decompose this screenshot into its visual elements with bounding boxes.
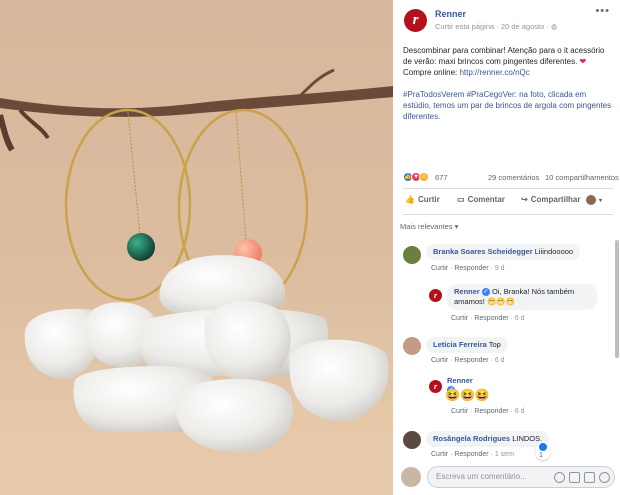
divider bbox=[403, 214, 613, 215]
heart-emoji-icon: ❤ bbox=[579, 57, 587, 66]
camera-icon[interactable] bbox=[569, 472, 580, 483]
comment-input[interactable]: Escreva um comentário... bbox=[427, 466, 615, 488]
comment-like-link[interactable]: Curtir bbox=[431, 451, 448, 458]
comment-time[interactable]: 1 sem bbox=[495, 451, 514, 458]
divider bbox=[403, 188, 613, 189]
comment-author[interactable]: Letícia Ferreira bbox=[433, 340, 487, 349]
audience-selector[interactable]: ▾ bbox=[586, 195, 602, 205]
emoji-icon[interactable] bbox=[554, 472, 565, 483]
post-text-line1b: Compre online: bbox=[403, 68, 460, 77]
more-options-icon[interactable]: ••• bbox=[595, 5, 610, 17]
gif-icon[interactable] bbox=[584, 472, 595, 483]
comment-time[interactable]: 9 d bbox=[495, 265, 505, 272]
current-user-avatar[interactable] bbox=[401, 467, 421, 487]
renner-avatar[interactable]: r bbox=[429, 380, 442, 393]
comment-reply-link[interactable]: Responder bbox=[474, 315, 508, 322]
reaction-icons[interactable]: 👍 ♥ ☺ bbox=[403, 172, 429, 182]
comment-reaction-badge[interactable]: 1 bbox=[536, 442, 550, 460]
globe-icon: ◍ bbox=[550, 22, 558, 31]
comment-emoji-laugh: 😆😆😆 bbox=[445, 388, 490, 402]
comment-composer: Escreva um comentário... bbox=[393, 461, 620, 495]
comment-time[interactable]: 6 d bbox=[515, 408, 525, 415]
like-reaction-icon bbox=[539, 443, 547, 451]
share-label: Compartilhar bbox=[530, 195, 581, 204]
comment-reaction-count: 1 bbox=[539, 452, 543, 459]
comment-label: Comentar bbox=[467, 195, 505, 204]
page-name[interactable]: Renner bbox=[435, 9, 466, 19]
comment-meta: Curtir · Responder · 9 d bbox=[431, 265, 505, 272]
post-hashtags-and-description[interactable]: #PraTodosVerem #PraCegoVer: na foto, cli… bbox=[403, 90, 611, 121]
post-link[interactable]: http://renner.co/nQc bbox=[459, 68, 529, 77]
comment-like-link[interactable]: Curtir bbox=[431, 265, 448, 272]
comment-input-placeholder: Escreva um comentário... bbox=[436, 472, 527, 481]
comment-bubble: Branka Soares Scheidegger Liiindooooo bbox=[426, 244, 581, 260]
comment-text: Top bbox=[486, 340, 501, 349]
post-actions: 👍 Curtir ▭ Comentar ↪ Compartilhar ▾ bbox=[403, 192, 613, 210]
post-text: Descombinar para combinar! Atenção para … bbox=[403, 45, 613, 133]
like-button[interactable]: 👍 Curtir bbox=[405, 195, 440, 204]
meta-separator: · bbox=[546, 22, 549, 31]
post-text-line2: #PraTodosVerem #PraCegoVer: na foto, cli… bbox=[403, 89, 613, 122]
shares-count[interactable]: 10 compartilhamentos bbox=[545, 173, 619, 182]
avatar[interactable] bbox=[403, 431, 421, 449]
share-button[interactable]: ↪ Compartilhar bbox=[521, 195, 581, 204]
comment-reply-link[interactable]: Responder bbox=[454, 357, 488, 364]
comment-reply-link[interactable]: Responder bbox=[454, 265, 488, 272]
comment-reply-link[interactable]: Responder bbox=[454, 451, 488, 458]
comment-like-link[interactable]: Curtir bbox=[451, 315, 468, 322]
sticker-icon[interactable] bbox=[599, 472, 610, 483]
verified-badge-icon: ✓ bbox=[481, 288, 490, 296]
comment-author[interactable]: Branka Soares Scheidegger bbox=[433, 247, 533, 256]
comment-text: LINDOS. bbox=[510, 434, 543, 443]
comment-author-name[interactable]: Renner bbox=[447, 376, 473, 385]
meta-separator: · bbox=[496, 22, 499, 31]
post-text-line1: Descombinar para combinar! Atenção para … bbox=[403, 46, 605, 66]
comment-meta: Curtir · Responder · 1 sem bbox=[431, 451, 514, 458]
comments-sort-dropdown[interactable]: Mais relevantes ▾ bbox=[400, 222, 458, 231]
follow-page-link[interactable]: Curtir esta página bbox=[435, 22, 494, 31]
post-meta: Curtir esta página · 20 de agosto · ◍ bbox=[435, 22, 558, 31]
post-header: r Renner Curtir esta página · 20 de agos… bbox=[393, 0, 620, 40]
avatar[interactable] bbox=[403, 246, 421, 264]
comment-icon: ▭ bbox=[457, 195, 465, 204]
comment-reply-link[interactable]: Responder bbox=[474, 408, 508, 415]
comments-count[interactable]: 29 comentários bbox=[488, 173, 539, 182]
comment-bubble: Renner ✓ Oi, Branka! Nós também amamos! … bbox=[447, 284, 597, 310]
earrings-photo-illustration bbox=[0, 0, 393, 495]
comment-meta: Curtir · Responder · 6 d bbox=[451, 315, 525, 322]
comment-meta: Curtir · Responder · 6 d bbox=[451, 408, 525, 415]
comment-author[interactable]: Rosângela Rodrigues bbox=[433, 434, 510, 443]
post-side-panel: r Renner Curtir esta página · 20 de agos… bbox=[393, 0, 620, 495]
like-label: Curtir bbox=[417, 195, 440, 204]
user-avatar-icon bbox=[586, 195, 596, 205]
comment-meta: Curtir · Responder · 6 d bbox=[431, 357, 505, 364]
post-date[interactable]: 20 de agosto bbox=[501, 22, 544, 31]
reactions-count[interactable]: 677 bbox=[435, 173, 448, 182]
comment-time[interactable]: 6 d bbox=[515, 315, 525, 322]
thumbs-up-icon: 👍 bbox=[405, 195, 415, 204]
share-icon: ↪ bbox=[521, 195, 528, 204]
comment-button[interactable]: ▭ Comentar bbox=[457, 195, 505, 204]
haha-reaction-icon: ☺ bbox=[419, 172, 429, 182]
comment-text: Liiindooooo bbox=[532, 247, 574, 256]
comment-bubble: Letícia Ferreira Top bbox=[426, 337, 508, 353]
post-stats: 👍 ♥ ☺ 677 29 comentários 10 compartilhamen… bbox=[403, 171, 619, 185]
chevron-down-icon: ▾ bbox=[599, 197, 603, 204]
post-photo[interactable] bbox=[0, 0, 393, 495]
comment-author[interactable]: Renner bbox=[454, 287, 480, 296]
comment-time[interactable]: 6 d bbox=[495, 357, 505, 364]
renner-avatar[interactable]: r bbox=[429, 289, 442, 302]
comment-like-link[interactable]: Curtir bbox=[431, 357, 448, 364]
comment-bubble: Rosângela Rodrigues LINDOS. bbox=[426, 431, 550, 447]
comment-emoji: 😁😁😁 bbox=[486, 297, 515, 306]
comments-scrollbar[interactable] bbox=[615, 240, 619, 358]
renner-avatar[interactable]: r bbox=[404, 9, 427, 32]
avatar[interactable] bbox=[403, 337, 421, 355]
comment-like-link[interactable]: Curtir bbox=[451, 408, 468, 415]
